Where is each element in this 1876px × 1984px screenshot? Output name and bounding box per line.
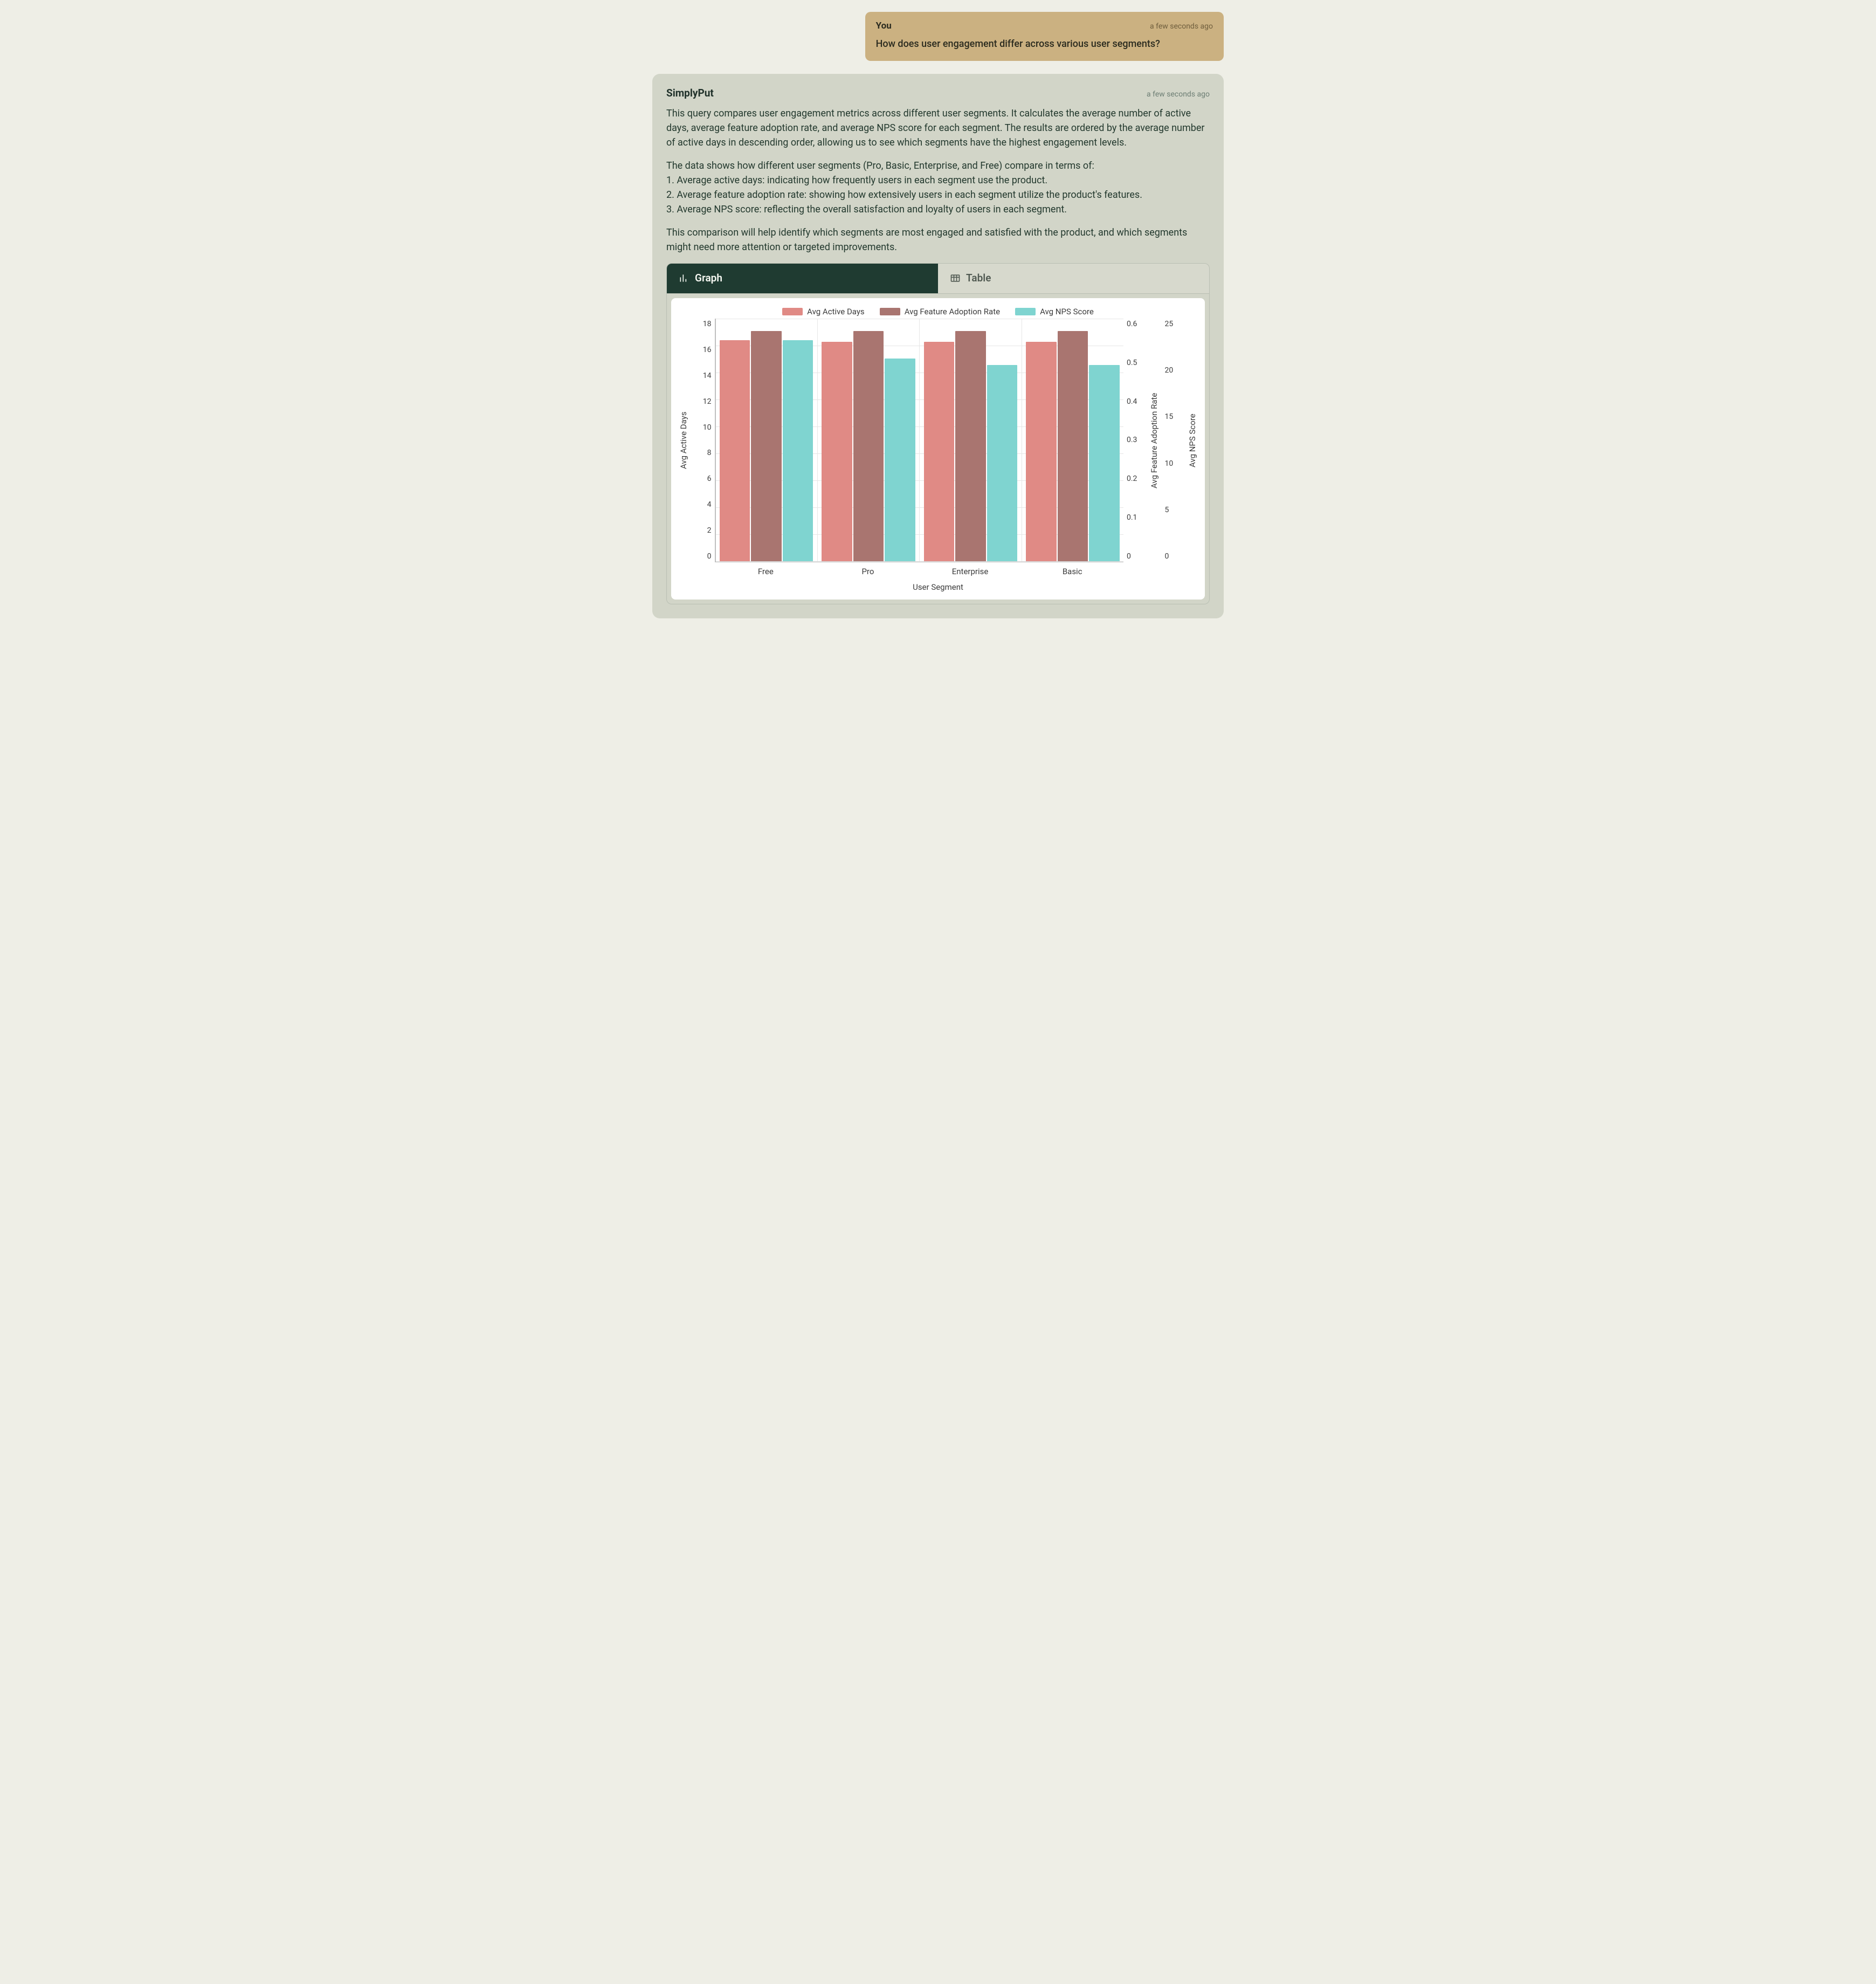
x-tick: Free [715, 562, 817, 578]
x-tick: Enterprise [919, 562, 1022, 578]
y-right2-label: Avg NPS Score [1185, 319, 1200, 562]
legend-swatch-icon [782, 308, 803, 315]
axis-tick: 5 [1165, 505, 1169, 516]
x-axis-row: . 00 FreeProEnterpriseBasic 0.0 . 00 . [677, 562, 1199, 578]
assistant-para-3: This comparison will help identify which… [666, 225, 1210, 254]
y-right1-ticks: 0.6 0.5 0.4 0.3 0.2 0.1 0 [1123, 319, 1147, 562]
legend-item[interactable]: Avg Active Days [782, 306, 865, 318]
legend-item[interactable]: Avg Feature Adoption Rate [880, 306, 1000, 318]
bar[interactable] [1058, 331, 1088, 562]
bar-group [716, 319, 818, 561]
assistant-bullet-2: 2. Average feature adoption rate: showin… [666, 188, 1210, 202]
axis-tick: 0.1 [1127, 512, 1137, 523]
x-axis: FreeProEnterpriseBasic [715, 562, 1124, 578]
axis-tick: 0 [707, 551, 712, 562]
bar-group [1022, 319, 1123, 561]
axis-tick: 0.5 [1127, 357, 1137, 369]
tab-graph-label: Graph [695, 271, 722, 286]
axis-tick: 12 [703, 396, 712, 408]
assistant-bullet-3: 3. Average NPS score: reflecting the ove… [666, 202, 1210, 217]
legend-label: Avg Active Days [807, 306, 865, 318]
chart-panel: Avg Active Days Avg Feature Adoption Rate… [666, 294, 1210, 605]
axis-tick: 25 [1165, 319, 1174, 330]
bar[interactable] [720, 340, 750, 561]
axis-tick: 0.2 [1127, 473, 1137, 485]
axis-tick: 4 [707, 499, 712, 511]
bar[interactable] [1026, 342, 1057, 562]
axis-tick: 10 [1165, 458, 1174, 470]
legend-item[interactable]: Avg NPS Score [1015, 306, 1094, 318]
bar[interactable] [885, 359, 915, 561]
axis-tick: 8 [707, 447, 712, 459]
bar-group [818, 319, 920, 561]
user-sender: You [876, 19, 892, 33]
axis-tick: 6 [707, 473, 712, 485]
plot-area[interactable] [715, 319, 1124, 562]
axis-tick: 0.4 [1127, 396, 1137, 408]
view-tabs: Graph Table [666, 263, 1210, 294]
y-left-label: Avg Active Days [677, 319, 691, 562]
axis-tick: 0 [1127, 551, 1131, 562]
axis-tick: 15 [1165, 411, 1174, 423]
x-tick: Basic [1021, 562, 1123, 578]
legend-label: Avg Feature Adoption Rate [905, 306, 1000, 318]
tab-table-label: Table [966, 271, 991, 286]
legend-label: Avg NPS Score [1040, 306, 1094, 318]
assistant-body: This query compares user engagement metr… [666, 106, 1210, 254]
axis-tick: 0 [1165, 551, 1169, 562]
legend-swatch-icon [1015, 308, 1036, 315]
axis-tick: 20 [1165, 365, 1174, 376]
assistant-message: SimplyPut a few seconds ago This query c… [652, 74, 1224, 619]
assistant-bullet-1: 1. Average active days: indicating how f… [666, 173, 1210, 188]
user-message: You a few seconds ago How does user enga… [865, 12, 1224, 61]
plot-row: Avg Active Days 181614121086420 0.60.50.… [677, 319, 1199, 562]
bar-group [920, 319, 1022, 561]
tab-graph[interactable]: Graph [667, 264, 938, 293]
chart-legend: Avg Active Days Avg Feature Adoption Rate… [677, 306, 1199, 318]
axis-tick: 0.6 [1127, 319, 1137, 330]
x-tick: Pro [817, 562, 919, 578]
assistant-timestamp: a few seconds ago [1147, 89, 1210, 100]
axis-tick: 2 [707, 525, 712, 536]
bar-chart-icon [679, 273, 689, 284]
user-text: How does user engagement differ across v… [876, 37, 1213, 51]
axis-tick: 16 [703, 345, 712, 356]
bar[interactable] [751, 331, 782, 562]
assistant-sender: SimplyPut [666, 86, 714, 101]
assistant-para-1: This query compares user engagement metr… [666, 106, 1210, 150]
axis-tick: 18 [703, 319, 712, 330]
y-left-ticks: 18 16 14 12 10 8 6 4 2 0 [691, 319, 715, 562]
axis-tick: 14 [703, 370, 712, 382]
user-timestamp: a few seconds ago [1150, 21, 1213, 32]
table-icon [950, 273, 961, 284]
bar[interactable] [822, 342, 852, 562]
y-right2-ticks: 25 20 15 10 5 0 [1162, 319, 1185, 562]
y-right1-label: Avg Feature Adoption Rate [1147, 319, 1162, 562]
axis-tick: 10 [703, 422, 712, 433]
bar[interactable] [924, 342, 955, 562]
legend-swatch-icon [880, 308, 900, 315]
bar[interactable] [955, 331, 986, 562]
axis-tick: 0.3 [1127, 435, 1137, 446]
tab-table[interactable]: Table [938, 264, 1209, 293]
chart-card: Avg Active Days Avg Feature Adoption Rate… [671, 298, 1205, 600]
x-axis-label: User Segment [677, 581, 1199, 594]
bar[interactable] [1089, 365, 1120, 561]
bar-groups [716, 319, 1124, 561]
bar[interactable] [853, 331, 884, 562]
assistant-para-2-intro: The data shows how different user segmen… [666, 159, 1210, 173]
bar[interactable] [783, 340, 813, 561]
bar[interactable] [987, 365, 1018, 561]
